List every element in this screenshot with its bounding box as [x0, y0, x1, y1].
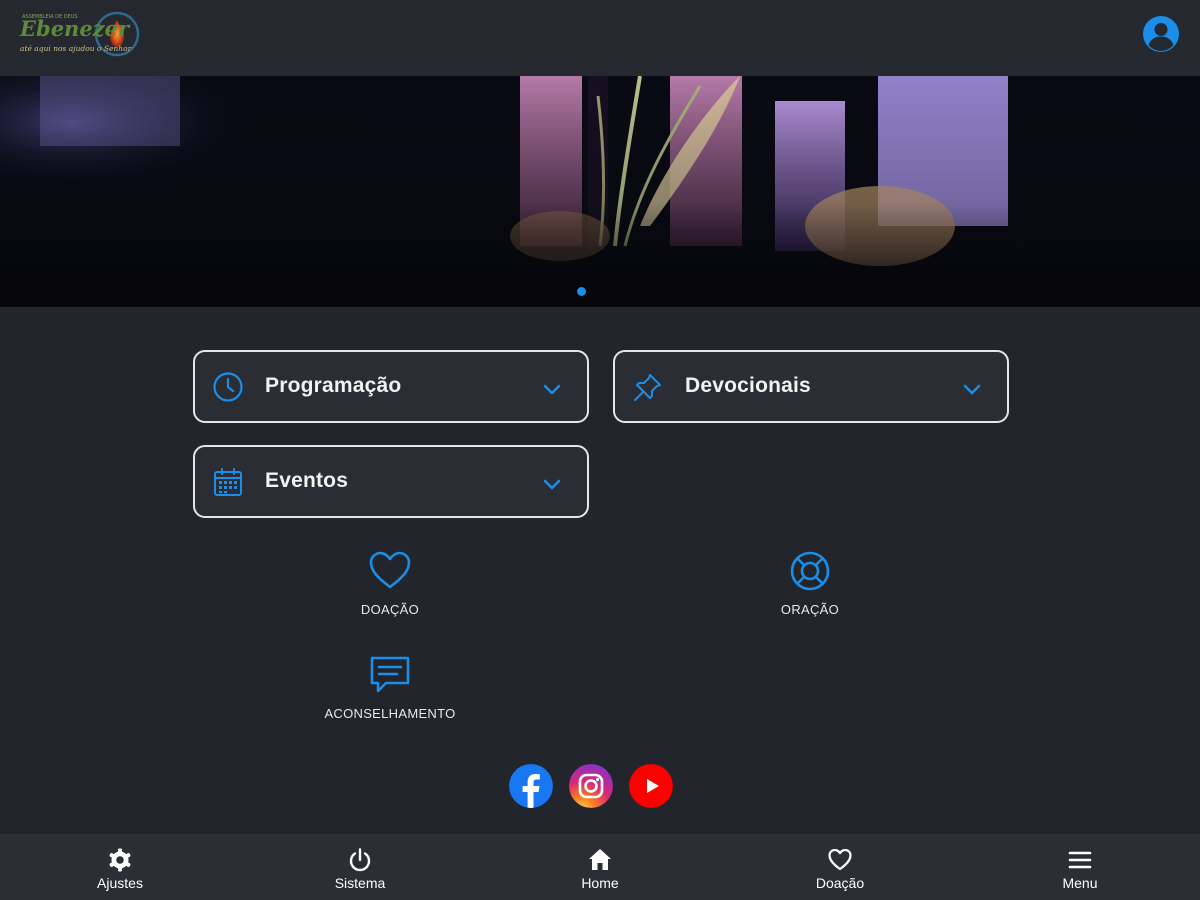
- svg-text:ASSEMBLEIA DE DEUS: ASSEMBLEIA DE DEUS: [22, 14, 78, 20]
- devocionais-accordion[interactable]: Devocionais: [613, 350, 1009, 423]
- nav-doacao-label: Doação: [815, 875, 865, 891]
- app-header: Ebenezer ASSEMBLEIA DE DEUS até aqui nos…: [0, 0, 1200, 76]
- nav-menu-label: Menu: [1062, 875, 1098, 891]
- nav-doacao[interactable]: Doação: [720, 834, 960, 900]
- carousel-dot-active[interactable]: [577, 287, 586, 296]
- banner-image: [0, 76, 1200, 307]
- heart-outline-icon: [828, 848, 852, 871]
- hero-banner[interactable]: [0, 76, 1200, 307]
- pin-icon: [634, 374, 661, 401]
- nav-menu[interactable]: Menu: [960, 834, 1200, 900]
- svg-text:até aqui nos ajudou o Senhor: até aqui nos ajudou o Senhor: [20, 44, 132, 53]
- aconselhamento-shortcut[interactable]: ACONSELHAMENTO: [305, 654, 475, 721]
- power-icon: [349, 848, 371, 872]
- aconselhamento-label: ACONSELHAMENTO: [324, 706, 456, 721]
- instagram-icon[interactable]: [569, 764, 613, 808]
- programacao-label: Programação: [265, 374, 402, 397]
- doacao-label: DOAÇÃO: [360, 602, 420, 617]
- nav-home[interactable]: Home: [480, 834, 720, 900]
- programacao-accordion[interactable]: Programação: [193, 350, 589, 423]
- chat-icon: [370, 656, 410, 693]
- nav-sistema-label: Sistema: [334, 875, 386, 891]
- gear-icon: [109, 848, 131, 872]
- nav-ajustes-label: Ajustes: [97, 875, 143, 891]
- clock-icon: [213, 372, 243, 402]
- nav-ajustes[interactable]: Ajustes: [0, 834, 240, 900]
- oracao-label: ORAÇÃO: [780, 602, 840, 617]
- youtube-icon[interactable]: [629, 764, 673, 808]
- facebook-icon[interactable]: [509, 764, 553, 808]
- heart-icon: [369, 551, 411, 589]
- home-icon: [589, 849, 611, 870]
- doacao-shortcut[interactable]: DOAÇÃO: [305, 550, 475, 617]
- oracao-shortcut[interactable]: ORAÇÃO: [725, 550, 895, 617]
- eventos-label: Eventos: [265, 469, 349, 492]
- chevron-down-icon: [543, 384, 561, 395]
- chevron-down-icon: [543, 479, 561, 490]
- calendar-icon: [214, 468, 242, 496]
- chevron-down-icon: [963, 384, 981, 395]
- lifebuoy-icon: [790, 551, 830, 591]
- eventos-accordion[interactable]: Eventos: [193, 445, 589, 518]
- nav-sistema[interactable]: Sistema: [240, 834, 480, 900]
- nav-home-label: Home: [581, 875, 619, 891]
- hamburger-menu-icon: [1068, 851, 1092, 869]
- devocionais-label: Devocionais: [685, 374, 811, 397]
- church-logo[interactable]: Ebenezer ASSEMBLEIA DE DEUS até aqui nos…: [14, 6, 144, 62]
- bottom-navigation: Ajustes Sistema Home Doação Menu: [0, 834, 1200, 900]
- user-circle-icon[interactable]: [1142, 15, 1180, 53]
